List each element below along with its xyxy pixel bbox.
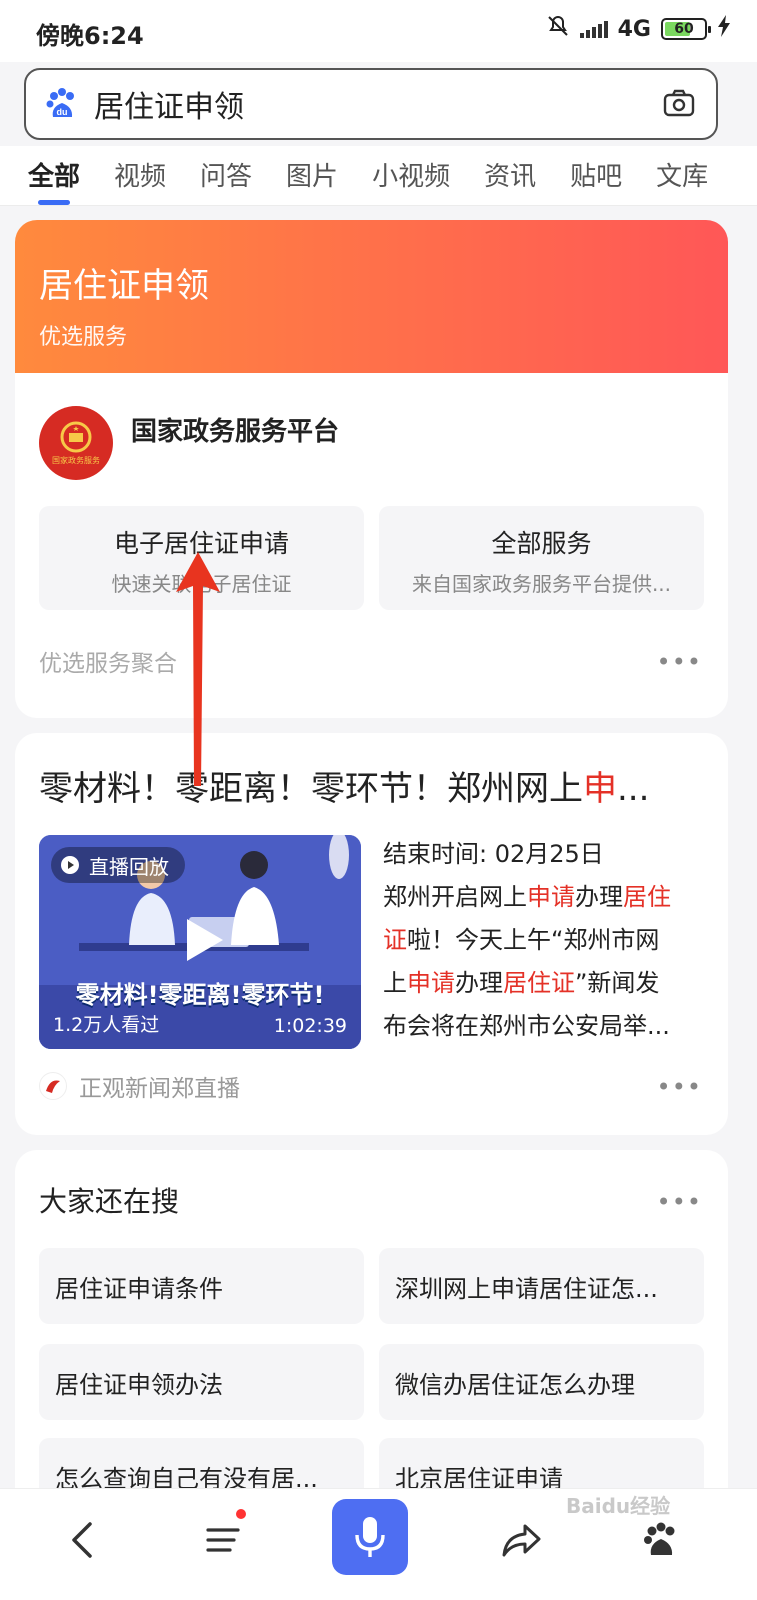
more-icon[interactable]: ••• (657, 1188, 702, 1216)
microphone-icon (355, 1517, 385, 1557)
service-item-title: 全部服务 (491, 529, 592, 558)
svg-text:du: du (57, 107, 68, 117)
related-searches-card: 大家还在搜 ••• 居住证申请条件 深圳网上申请居住证怎... 居住证申领办法 … (15, 1150, 728, 1510)
service-hero[interactable]: 居住证申领 优选服务 (15, 220, 728, 373)
battery-level: 60 (674, 21, 694, 37)
tab-images[interactable]: 图片 (286, 146, 338, 205)
end-time: 结束时间: 02月25日 (383, 840, 604, 868)
desc-line: 郑州开启网上申请办理居住 (383, 883, 671, 911)
tab-news[interactable]: 资讯 (484, 146, 536, 205)
back-icon[interactable] (58, 1515, 108, 1565)
emblem-caption: 国家政务服务 (52, 456, 100, 465)
related-item[interactable]: 居住证申领办法 (39, 1344, 364, 1420)
national-emblem-icon: 国家政务服务 (39, 406, 113, 480)
desc-line: 上申请办理居住证”新闻发 (383, 969, 660, 997)
provider[interactable]: 国家政务服务 国家政务服务平台 (39, 406, 339, 480)
tab-video[interactable]: 视频 (114, 146, 166, 205)
news-title-ellipsis: ... (617, 769, 650, 809)
service-item-desc: 来自国家政务服务平台提供... (411, 572, 672, 596)
play-icon[interactable] (179, 917, 225, 963)
related-item[interactable]: 深圳网上申请居住证怎... (379, 1248, 704, 1324)
tab-tieba[interactable]: 贴吧 (570, 146, 622, 205)
news-title-highlight: 申 (583, 769, 617, 809)
notification-dot (236, 1509, 246, 1519)
desc-line: 证啦！今天上午“郑州市网 (383, 926, 660, 954)
play-small-icon (61, 856, 79, 874)
menu-icon[interactable] (198, 1515, 248, 1565)
network-label: 4G (617, 16, 651, 42)
tab-wenku[interactable]: 文库 (656, 146, 708, 205)
service-card: 居住证申领 优选服务 国家政务服务 国家政务服务平台 电子居住证申请 快速关联电… (15, 220, 728, 718)
news-source[interactable]: 正观新闻郑直播 (39, 1069, 240, 1103)
video-duration: 1:02:39 (273, 1015, 347, 1037)
related-item[interactable]: 微信办居住证怎么办理 (379, 1344, 704, 1420)
battery-icon: 60 (661, 18, 711, 40)
video-viewers: 1.2万人看过 (53, 1014, 160, 1036)
service-footer: 优选服务聚合 (39, 651, 177, 677)
camera-icon[interactable] (662, 86, 698, 122)
service-all[interactable]: 全部服务 来自国家政务服务平台提供... (379, 506, 704, 610)
news-description[interactable]: 结束时间: 02月25日 郑州开启网上申请办理居住 证啦！今天上午“郑州市网 上… (383, 833, 707, 1048)
status-bar: 傍晚6:24 4G 60 (0, 0, 757, 62)
tab-short-video[interactable]: 小视频 (372, 146, 450, 205)
more-icon[interactable]: ••• (657, 648, 702, 676)
voice-search-button[interactable] (332, 1499, 408, 1575)
related-item[interactable]: 居住证申请条件 (39, 1248, 364, 1324)
watermark-logo: Baidu经验 (566, 1494, 671, 1518)
status-time: 傍晚6:24 (36, 22, 144, 50)
source-name: 正观新闻郑直播 (79, 1076, 240, 1102)
live-replay-label: 直播回放 (89, 854, 169, 879)
service-title: 居住证申领 (39, 266, 209, 306)
news-title-text: 零材料！零距离！零环节！郑州网上 (39, 769, 583, 809)
news-card: 零材料！零距离！零环节！郑州网上申... 直播回放 零材料!零距离!零环节! 1… (15, 733, 728, 1135)
more-icon[interactable]: ••• (657, 1073, 702, 1101)
share-icon[interactable] (496, 1515, 546, 1565)
news-title[interactable]: 零材料！零距离！零环节！郑州网上申... (39, 761, 649, 810)
provider-name: 国家政务服务平台 (131, 416, 340, 447)
annotation-arrow-icon (176, 552, 220, 786)
signal-icon (579, 20, 608, 38)
tab-qa[interactable]: 问答 (200, 146, 252, 205)
desc-line: 布会将在郑州市公安局举... (383, 1012, 670, 1040)
service-subtitle: 优选服务 (39, 325, 128, 350)
charging-icon (717, 15, 731, 43)
source-logo-icon (39, 1072, 67, 1100)
search-box[interactable]: du 居住证申领 (24, 68, 718, 140)
live-replay-tag: 直播回放 (51, 847, 185, 883)
mute-icon (546, 14, 570, 44)
tab-all[interactable]: 全部 (28, 146, 80, 205)
search-input[interactable]: 居住证申领 (94, 82, 662, 126)
video-banner: 零材料!零距离!零环节! (75, 981, 325, 1009)
related-heading: 大家还在搜 (39, 1185, 180, 1218)
baidu-profile-icon[interactable] (636, 1515, 686, 1565)
baidu-paw-icon: du (44, 86, 80, 122)
result-tabs: 全部 视频 问答 图片 小视频 资讯 贴吧 文库 (0, 146, 757, 206)
video-thumbnail[interactable]: 直播回放 零材料!零距离!零环节! 1.2万人看过 1:02:39 (39, 835, 361, 1049)
status-icons: 4G 60 (546, 14, 731, 44)
